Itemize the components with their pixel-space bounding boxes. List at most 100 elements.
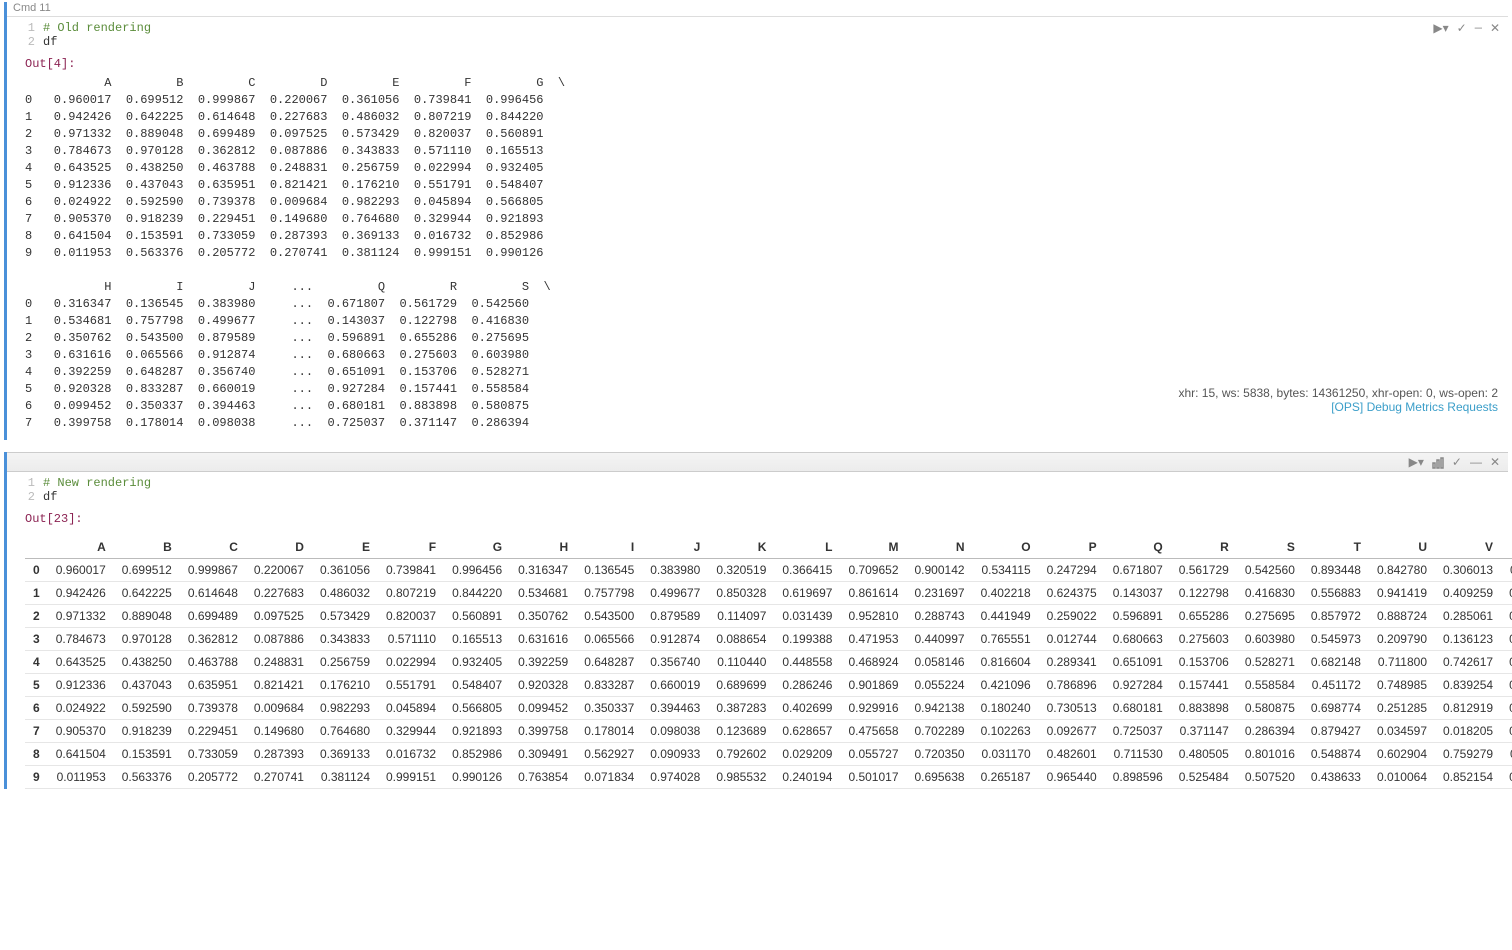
cell-output: Out[4]: A B C D E F G \ 0 0.960017 0.699… bbox=[7, 53, 1508, 440]
column-header: F bbox=[378, 536, 444, 559]
table-cell: 0.624375 bbox=[1039, 582, 1105, 605]
table-cell: 0.438250 bbox=[114, 651, 180, 674]
table-cell: 0.921893 bbox=[444, 720, 510, 743]
close-button[interactable]: ✕ bbox=[1490, 21, 1500, 36]
debug-link[interactable]: Debug bbox=[1367, 400, 1402, 414]
table-cell: 0.416830 bbox=[1237, 582, 1303, 605]
table-cell: 0.247294 bbox=[1039, 559, 1105, 582]
column-header: V bbox=[1435, 536, 1501, 559]
expand-button[interactable]: ✓ bbox=[1457, 21, 1467, 36]
table-cell: 0.982293 bbox=[312, 697, 378, 720]
column-header: B bbox=[114, 536, 180, 559]
table-cell: 0.900142 bbox=[907, 559, 973, 582]
old-dataframe-text-output: A B C D E F G \ 0 0.960017 0.699512 0.99… bbox=[7, 75, 1508, 440]
run-button[interactable]: ▶▾ bbox=[1433, 21, 1448, 36]
table-row: 00.9600170.6995120.9998670.2200670.36105… bbox=[25, 559, 1512, 582]
table-cell: 0.932405 bbox=[444, 651, 510, 674]
table-cell: 0.852986 bbox=[444, 743, 510, 766]
table-cell: 0.114097 bbox=[708, 605, 774, 628]
table-cell: 0.733059 bbox=[180, 743, 246, 766]
table-cell: 0.275603 bbox=[1171, 628, 1237, 651]
table-cell: 0.088654 bbox=[708, 628, 774, 651]
table-cell: 0.792602 bbox=[708, 743, 774, 766]
table-cell: 0.287393 bbox=[246, 743, 312, 766]
table-cell: 0.680663 bbox=[1105, 628, 1171, 651]
table-cell: 0.534115 bbox=[973, 559, 1039, 582]
table-cell: 0.736751 bbox=[1501, 582, 1512, 605]
table-cell: 0.820037 bbox=[378, 605, 444, 628]
table-cell: 0.682148 bbox=[1303, 651, 1369, 674]
line-gutter: 1 bbox=[7, 21, 43, 35]
table-cell: 0.499677 bbox=[642, 582, 708, 605]
table-cell: 0.844220 bbox=[444, 582, 510, 605]
table-cell: 0.560891 bbox=[444, 605, 510, 628]
table-cell: 0.879427 bbox=[1303, 720, 1369, 743]
table-cell: 0.356740 bbox=[642, 651, 708, 674]
row-index: 1 bbox=[25, 582, 48, 605]
table-cell: 0.643525 bbox=[48, 651, 114, 674]
table-cell: 0.711800 bbox=[1369, 651, 1435, 674]
table-cell: 0.857972 bbox=[1303, 605, 1369, 628]
table-cell: 0.010064 bbox=[1369, 766, 1435, 789]
table-cell: 0.220067 bbox=[246, 559, 312, 582]
table-cell: 0.525484 bbox=[1171, 766, 1237, 789]
table-cell: 0.031170 bbox=[973, 743, 1039, 766]
code-line[interactable]: # New rendering bbox=[43, 476, 151, 490]
table-cell: 0.699512 bbox=[114, 559, 180, 582]
debug-link[interactable]: [OPS] bbox=[1331, 400, 1363, 414]
column-header: C bbox=[180, 536, 246, 559]
chart-icon[interactable] bbox=[1432, 455, 1444, 469]
table-row: 70.9053700.9182390.2294510.1496800.76468… bbox=[25, 720, 1512, 743]
debug-link[interactable]: Requests bbox=[1447, 400, 1498, 414]
table-cell: 0.912874 bbox=[642, 628, 708, 651]
table-cell: 0.562908 bbox=[1501, 697, 1512, 720]
table-cell: 0.545973 bbox=[1303, 628, 1369, 651]
table-cell: 0.852154 bbox=[1435, 766, 1501, 789]
table-cell: 0.136123 bbox=[1435, 628, 1501, 651]
table-cell: 0.098038 bbox=[642, 720, 708, 743]
close-button[interactable]: ✕ bbox=[1490, 455, 1500, 469]
code-editor[interactable]: 1# New rendering2df bbox=[7, 472, 1508, 508]
table-cell: 0.362812 bbox=[180, 628, 246, 651]
row-index: 4 bbox=[25, 651, 48, 674]
table-cell: 0.551791 bbox=[378, 674, 444, 697]
cell-header: Cmd 11 bbox=[7, 2, 1508, 17]
table-cell: 0.996456 bbox=[444, 559, 510, 582]
table-cell: 0.816604 bbox=[973, 651, 1039, 674]
table-cell: 0.285061 bbox=[1435, 605, 1501, 628]
table-cell: 0.009684 bbox=[246, 697, 312, 720]
table-cell: 0.275695 bbox=[1237, 605, 1303, 628]
run-button[interactable]: ▶▾ bbox=[1409, 455, 1424, 469]
minimize-button[interactable]: — bbox=[1470, 455, 1482, 469]
table-cell: 0.698774 bbox=[1303, 697, 1369, 720]
table-cell: 0.475658 bbox=[840, 720, 906, 743]
notebook-cell-1: Cmd 11 ▶▾ ✓ — ✕ 1# Old rendering2df Out[… bbox=[4, 2, 1508, 440]
table-cell: 0.058146 bbox=[907, 651, 973, 674]
code-editor[interactable]: ▶▾ ✓ — ✕ 1# Old rendering2df bbox=[7, 17, 1508, 53]
minimize-button[interactable]: — bbox=[1475, 21, 1482, 36]
table-cell: 0.507520 bbox=[1237, 766, 1303, 789]
table-cell: 0.097525 bbox=[246, 605, 312, 628]
table-cell: 0.893448 bbox=[1303, 559, 1369, 582]
code-line[interactable]: df bbox=[43, 490, 57, 504]
table-cell: 0.309491 bbox=[510, 743, 576, 766]
code-line[interactable]: # Old rendering bbox=[43, 21, 151, 35]
table-cell: 0.999151 bbox=[378, 766, 444, 789]
debug-link[interactable]: Metrics bbox=[1405, 400, 1444, 414]
line-gutter: 1 bbox=[7, 476, 43, 490]
table-cell: 0.045894 bbox=[378, 697, 444, 720]
table-cell: 0.689699 bbox=[708, 674, 774, 697]
dataframe-table: ABCDEFGHIJKLMNOPQRSTUVW 00.9600170.69951… bbox=[25, 536, 1512, 789]
table-cell: 0.558584 bbox=[1237, 674, 1303, 697]
table-cell: 0.029209 bbox=[774, 743, 840, 766]
expand-button[interactable]: ✓ bbox=[1452, 455, 1462, 469]
table-cell: 0.087886 bbox=[246, 628, 312, 651]
table-cell: 0.603980 bbox=[1237, 628, 1303, 651]
code-line[interactable]: df bbox=[43, 35, 57, 49]
table-cell: 0.143037 bbox=[1105, 582, 1171, 605]
table-cell: 0.468924 bbox=[840, 651, 906, 674]
table-cell: 0.153706 bbox=[1171, 651, 1237, 674]
table-cell: 0.850328 bbox=[708, 582, 774, 605]
column-header: W bbox=[1501, 536, 1512, 559]
table-cell: 0.071834 bbox=[576, 766, 642, 789]
